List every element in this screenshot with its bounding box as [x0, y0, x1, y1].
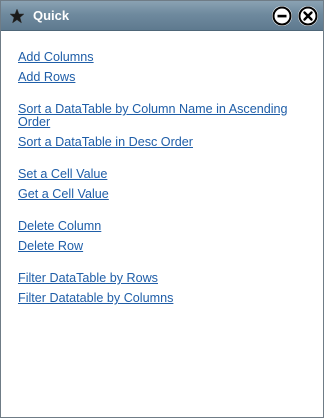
link-delete-row[interactable]: Delete Row: [18, 240, 298, 253]
link-sort-desc[interactable]: Sort a DataTable in Desc Order: [18, 136, 298, 149]
link-set-cell-value[interactable]: Set a Cell Value: [18, 168, 298, 181]
link-delete-column[interactable]: Delete Column: [18, 220, 298, 233]
minimize-button[interactable]: [272, 5, 292, 26]
link-sort-ascending[interactable]: Sort a DataTable by Column Name in Ascen…: [18, 103, 298, 129]
star-icon: [9, 7, 25, 24]
panel-titlebar[interactable]: Quick: [1, 1, 323, 31]
link-filter-columns[interactable]: Filter Datatable by Columns: [18, 292, 298, 305]
x-circle-icon: [298, 6, 318, 25]
minus-circle-icon: [272, 6, 292, 25]
links-content: Add Columns Add Rows Sort a DataTable by…: [1, 31, 323, 305]
quick-panel: Quick Add Columns Add Rows Sort a DataTa…: [0, 0, 324, 418]
close-button[interactable]: [298, 5, 318, 26]
link-add-columns[interactable]: Add Columns: [18, 51, 298, 64]
link-group-delete: Delete Column Delete Row: [18, 220, 323, 253]
link-add-rows[interactable]: Add Rows: [18, 71, 298, 84]
link-group-columns-rows: Add Columns Add Rows: [18, 51, 323, 84]
link-group-cell: Set a Cell Value Get a Cell Value: [18, 168, 323, 201]
link-get-cell-value[interactable]: Get a Cell Value: [18, 188, 298, 201]
link-group-filter: Filter DataTable by Rows Filter Datatabl…: [18, 272, 323, 305]
link-filter-rows[interactable]: Filter DataTable by Rows: [18, 272, 298, 285]
link-group-sort: Sort a DataTable by Column Name in Ascen…: [18, 103, 323, 149]
panel-title: Quick: [33, 8, 70, 23]
